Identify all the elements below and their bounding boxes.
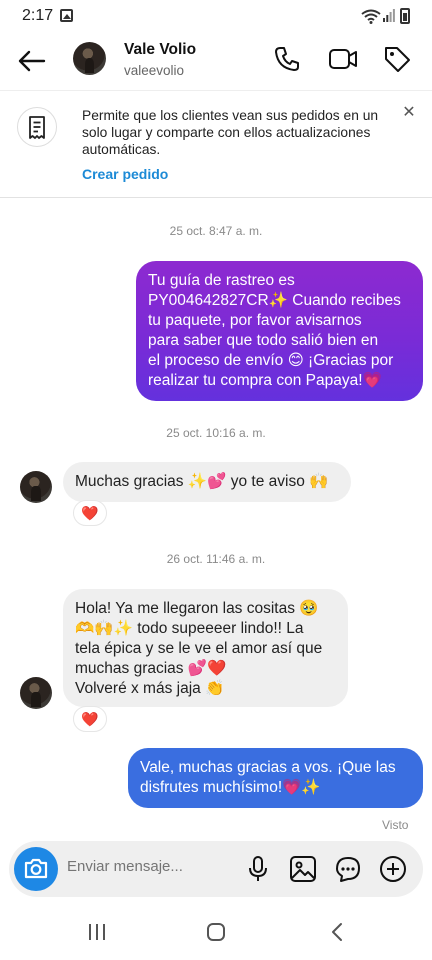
outgoing-message[interactable]: Vale, muchas gracias a vos. ¡Que las dis… (128, 748, 423, 808)
chat-header: Vale Volio valeevolio (0, 32, 432, 90)
message-line: Muchas gracias ✨💕 yo te aviso 🙌 (75, 473, 329, 490)
gallery-icon (60, 9, 73, 22)
message-line: muchas gracias 💕❤️ (75, 660, 227, 677)
message-line: Vale, muchas gracias a vos. ¡Que las (140, 759, 396, 776)
contact-name[interactable]: Vale Volio (124, 41, 196, 59)
incoming-message[interactable]: Muchas gracias ✨💕 yo te aviso 🙌 (63, 462, 351, 502)
orders-banner: Permite que los clientes vean sus pedido… (0, 90, 432, 198)
status-time: 2:17 (22, 7, 54, 24)
create-order-link[interactable]: Crear pedido (82, 166, 168, 182)
camera-icon[interactable] (14, 847, 58, 891)
message-line: Volveré x más jaja 👏 (75, 680, 225, 697)
message-composer (9, 841, 423, 897)
home-icon[interactable] (201, 919, 231, 945)
message-timestamp: 26 oct. 11:46 a. m. (166, 552, 266, 566)
plus-icon[interactable] (378, 854, 408, 884)
heart-reaction-icon[interactable]: ❤️ (73, 706, 107, 732)
message-line: tu paquete, por favor avisarnos (148, 312, 362, 329)
message-timestamp: 25 oct. 10:16 a. m. (166, 426, 266, 440)
avatar[interactable] (20, 471, 52, 503)
signal-icon (383, 9, 395, 22)
outgoing-message[interactable]: Tu guía de rastreo es PY004642827CR✨ Cua… (136, 261, 423, 401)
wifi-icon (361, 9, 381, 24)
status-bar: 2:17 (0, 0, 432, 32)
close-icon[interactable]: ✕ (401, 105, 417, 121)
heart-reaction-icon[interactable]: ❤️ (73, 500, 107, 526)
battery-icon (400, 8, 410, 24)
video-camera-icon[interactable] (328, 44, 358, 74)
back-icon[interactable] (322, 919, 352, 945)
banner-text: Permite que los clientes vean sus pedido… (82, 108, 379, 157)
tag-icon[interactable] (382, 44, 412, 74)
navigation-bar (0, 905, 432, 960)
phone-icon[interactable] (272, 44, 302, 74)
incoming-message[interactable]: Hola! Ya me llegaron las cositas 🥹 🫶🙌✨ t… (63, 589, 348, 707)
message-line: PY004642827CR✨ Cuando recibes (148, 292, 401, 309)
message-line: para saber que todo salió bien en (148, 332, 379, 349)
image-icon[interactable] (288, 854, 318, 884)
message-line: realizar tu compra con Papaya!💗 (148, 372, 382, 389)
contact-username[interactable]: valeevolio (124, 63, 184, 78)
message-line: Hola! Ya me llegaron las cositas 🥹 (75, 600, 319, 617)
microphone-icon[interactable] (243, 854, 273, 884)
back-arrow-icon[interactable] (14, 44, 48, 78)
sticker-icon[interactable] (333, 854, 363, 884)
message-line: disfrutes muchísimo!💗✨ (140, 779, 321, 796)
message-line: 🫶🙌✨ todo supeeeer lindo!! La (75, 620, 304, 637)
message-input[interactable] (67, 858, 237, 875)
receipt-icon (17, 107, 57, 147)
avatar[interactable] (20, 677, 52, 709)
seen-status: Visto (382, 818, 409, 832)
recent-apps-icon[interactable] (82, 919, 112, 945)
message-timestamp: 25 oct. 8:47 a. m. (169, 224, 263, 238)
message-line: el proceso de envío 😊 ¡Gracias por (148, 352, 394, 369)
message-line: tela épica y se le ve el amor así que (75, 640, 323, 657)
message-line: Tu guía de rastreo es (148, 272, 295, 289)
avatar[interactable] (73, 42, 106, 75)
